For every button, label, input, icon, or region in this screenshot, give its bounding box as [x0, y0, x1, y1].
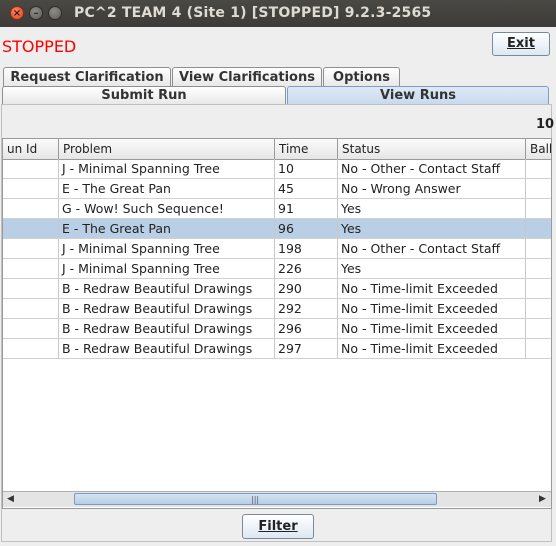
grip-icon: |||	[251, 495, 260, 504]
cell-status: No - Other - Contact Staff	[338, 239, 526, 258]
tab-view-runs[interactable]: View Runs	[287, 86, 549, 105]
close-icon[interactable]: ×	[10, 6, 24, 20]
column-header-run-id[interactable]: un Id	[3, 139, 59, 159]
cell-time: 296	[275, 319, 338, 338]
cell-status: No - Time-limit Exceeded	[338, 339, 526, 358]
table-header: un Id Problem Time Status Ball	[3, 139, 551, 160]
cell-problem: B - Redraw Beautiful Drawings	[59, 279, 275, 298]
cell-status: No - Time-limit Exceeded	[338, 279, 526, 298]
cell-run-id	[3, 159, 59, 178]
cell-problem: B - Redraw Beautiful Drawings	[59, 319, 275, 338]
table-row[interactable]: J - Minimal Spanning Tree 226 Yes	[3, 259, 551, 279]
column-header-time[interactable]: Time	[275, 139, 338, 159]
cell-status: Yes	[338, 219, 526, 238]
cell-status: Yes	[338, 199, 526, 218]
cell-balloon	[526, 339, 551, 358]
table-row[interactable]: B - Redraw Beautiful Drawings 290 No - Tim…	[3, 279, 551, 299]
tab-label: Submit Run	[101, 88, 187, 103]
cell-time: 292	[275, 299, 338, 318]
cell-status: No - Time-limit Exceeded	[338, 319, 526, 338]
cell-problem: J - Minimal Spanning Tree	[59, 159, 275, 178]
cell-balloon	[526, 159, 551, 178]
cell-run-id	[3, 259, 59, 278]
table-row[interactable]: B - Redraw Beautiful Drawings 297 No - Tim…	[3, 339, 551, 359]
scrollbar-thumb[interactable]: |||	[74, 493, 437, 505]
cell-run-id	[3, 299, 59, 318]
cell-run-id	[3, 239, 59, 258]
cell-problem: B - Redraw Beautiful Drawings	[59, 299, 275, 318]
cell-run-id	[3, 199, 59, 218]
cell-run-id	[3, 339, 59, 358]
tab-label: View Clarifications	[179, 70, 315, 85]
table-body: J - Minimal Spanning Tree 10 No - Other - …	[3, 159, 551, 359]
cell-status: No - Time-limit Exceeded	[338, 299, 526, 318]
tab-options[interactable]: Options	[323, 67, 400, 87]
filter-button[interactable]: Filter	[242, 514, 314, 539]
cell-balloon	[526, 219, 551, 238]
cell-problem: J - Minimal Spanning Tree	[59, 239, 275, 258]
cell-status: Yes	[338, 259, 526, 278]
cell-time: 290	[275, 279, 338, 298]
tab-label: Options	[333, 70, 390, 85]
cell-time: 45	[275, 179, 338, 198]
cell-balloon	[526, 199, 551, 218]
cell-balloon	[526, 299, 551, 318]
tab-label: Request Clarification	[10, 70, 164, 85]
cell-status: No - Wrong Answer	[338, 179, 526, 198]
table-row[interactable]: B - Redraw Beautiful Drawings 296 No - Tim…	[3, 319, 551, 339]
table-row[interactable]: J - Minimal Spanning Tree 198 No - Other -…	[3, 239, 551, 259]
cell-run-id	[3, 179, 59, 198]
tab-view-clarifications[interactable]: View Clarifications	[172, 67, 322, 87]
cell-balloon	[526, 279, 551, 298]
cell-time: 96	[275, 219, 338, 238]
cell-balloon	[526, 179, 551, 198]
minimize-icon[interactable]: –	[29, 6, 43, 20]
tab-request-clarification[interactable]: Request Clarification	[3, 67, 171, 87]
cell-problem: E - The Great Pan	[59, 219, 275, 238]
cell-problem: E - The Great Pan	[59, 179, 275, 198]
table-row[interactable]: B - Redraw Beautiful Drawings 292 No - Tim…	[3, 299, 551, 319]
cell-balloon	[526, 239, 551, 258]
column-header-status[interactable]: Status	[338, 139, 526, 159]
run-count: 10	[536, 117, 555, 132]
runs-table: un Id Problem Time Status Ball J - Minim…	[2, 138, 552, 509]
cell-run-id	[3, 219, 59, 238]
exit-button[interactable]: Exit	[492, 32, 550, 56]
table-row[interactable]: J - Minimal Spanning Tree 10 No - Other - …	[3, 159, 551, 179]
table-row[interactable]: E - The Great Pan 96 Yes	[3, 219, 551, 239]
tab-label: View Runs	[380, 88, 456, 103]
filter-button-label: Filter	[258, 519, 298, 534]
column-header-balloon[interactable]: Ball	[526, 139, 551, 159]
title-bar: × – PC^2 TEAM 4 (Site 1) [STOPPED] 9.2.3…	[0, 0, 556, 27]
cell-problem: B - Redraw Beautiful Drawings	[59, 339, 275, 358]
scroll-left-icon[interactable]: ◀	[3, 492, 18, 507]
table-row[interactable]: G - Wow! Such Sequence! 91 Yes	[3, 199, 551, 219]
cell-status: No - Other - Contact Staff	[338, 159, 526, 178]
cell-balloon	[526, 319, 551, 338]
table-row[interactable]: E - The Great Pan 45 No - Wrong Answer	[3, 179, 551, 199]
cell-balloon	[526, 259, 551, 278]
cell-run-id	[3, 319, 59, 338]
cell-problem: J - Minimal Spanning Tree	[59, 259, 275, 278]
cell-time: 297	[275, 339, 338, 358]
exit-button-label: Exit	[507, 36, 535, 51]
column-header-problem[interactable]: Problem	[59, 139, 275, 159]
status-text: STOPPED	[2, 37, 77, 56]
horizontal-scrollbar[interactable]: ◀ ||| ▶	[3, 491, 551, 507]
cell-time: 91	[275, 199, 338, 218]
maximize-icon[interactable]	[48, 6, 62, 20]
cell-time: 226	[275, 259, 338, 278]
tab-submit-run[interactable]: Submit Run	[2, 86, 286, 105]
cell-run-id	[3, 279, 59, 298]
window-title: PC^2 TEAM 4 (Site 1) [STOPPED] 9.2.3-256…	[74, 5, 432, 21]
cell-time: 10	[275, 159, 338, 178]
cell-time: 198	[275, 239, 338, 258]
cell-problem: G - Wow! Such Sequence!	[59, 199, 275, 218]
scroll-right-icon[interactable]: ▶	[535, 492, 550, 507]
